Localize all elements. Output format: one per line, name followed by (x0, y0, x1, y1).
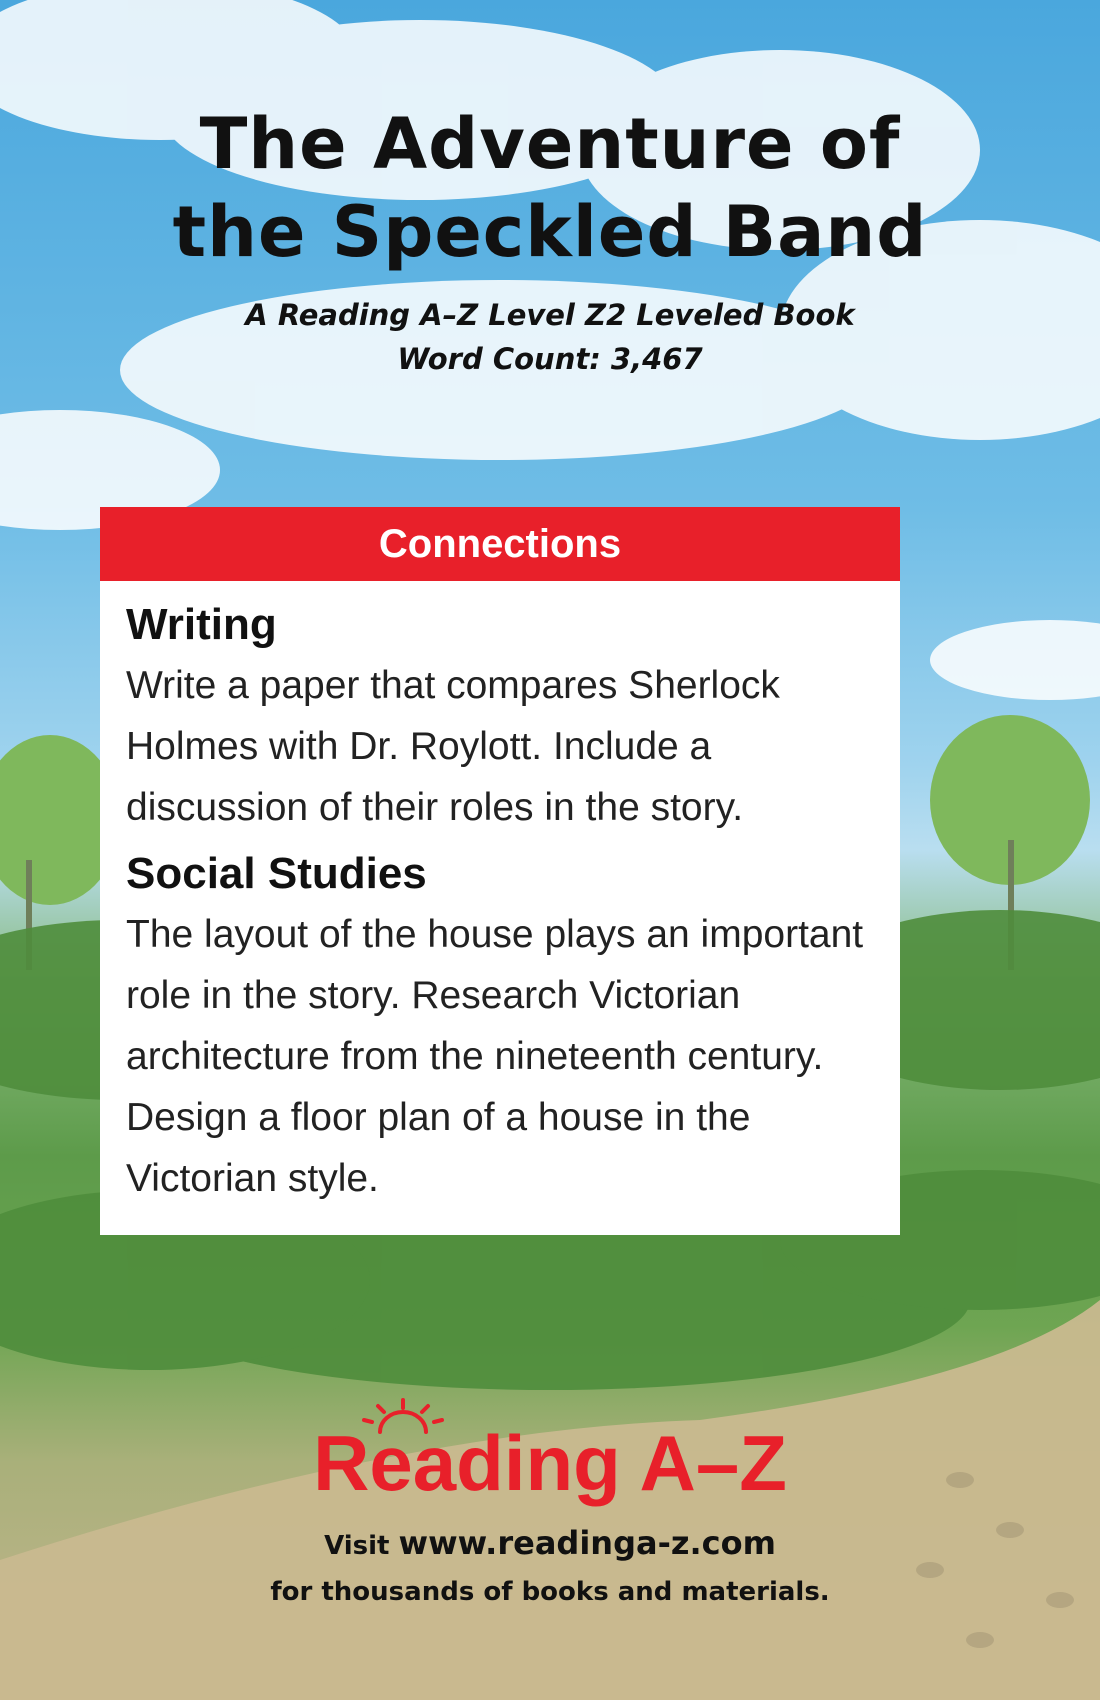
footer-tagline: for thousands of books and materials. (270, 1577, 830, 1607)
social-studies-section-text: The layout of the house plays an importa… (126, 913, 864, 1200)
word-count: Word Count: 3,467 (397, 342, 703, 376)
writing-section-title: Writing (126, 600, 277, 649)
writing-section-text: Write a paper that compares Sherlock Hol… (126, 664, 780, 829)
social-studies-section-title: Social Studies (126, 849, 427, 898)
visit-label: Visit (324, 1531, 390, 1561)
footer-visit: Visit www.readinga-z.com for thousands o… (0, 1520, 1100, 1615)
connections-header: Connections (100, 507, 900, 581)
connections-body: Writing Write a paper that compares Sher… (100, 581, 900, 1209)
book-title-line-2: the Speckled Band (172, 191, 928, 273)
reading-az-logo: Reading A–Z (313, 1419, 787, 1507)
book-subtitle: A Reading A–Z Level Z2 Leveled Book Word… (0, 293, 1100, 381)
level-label: A Reading A–Z Level Z2 Leveled Book (245, 298, 855, 332)
book-title: The Adventure of the Speckled Band (0, 100, 1100, 276)
connections-card: Connections Writing Write a paper that c… (100, 507, 900, 1235)
book-title-line-1: The Adventure of (199, 103, 901, 185)
website-link[interactable]: www.readinga-z.com (399, 1524, 776, 1562)
